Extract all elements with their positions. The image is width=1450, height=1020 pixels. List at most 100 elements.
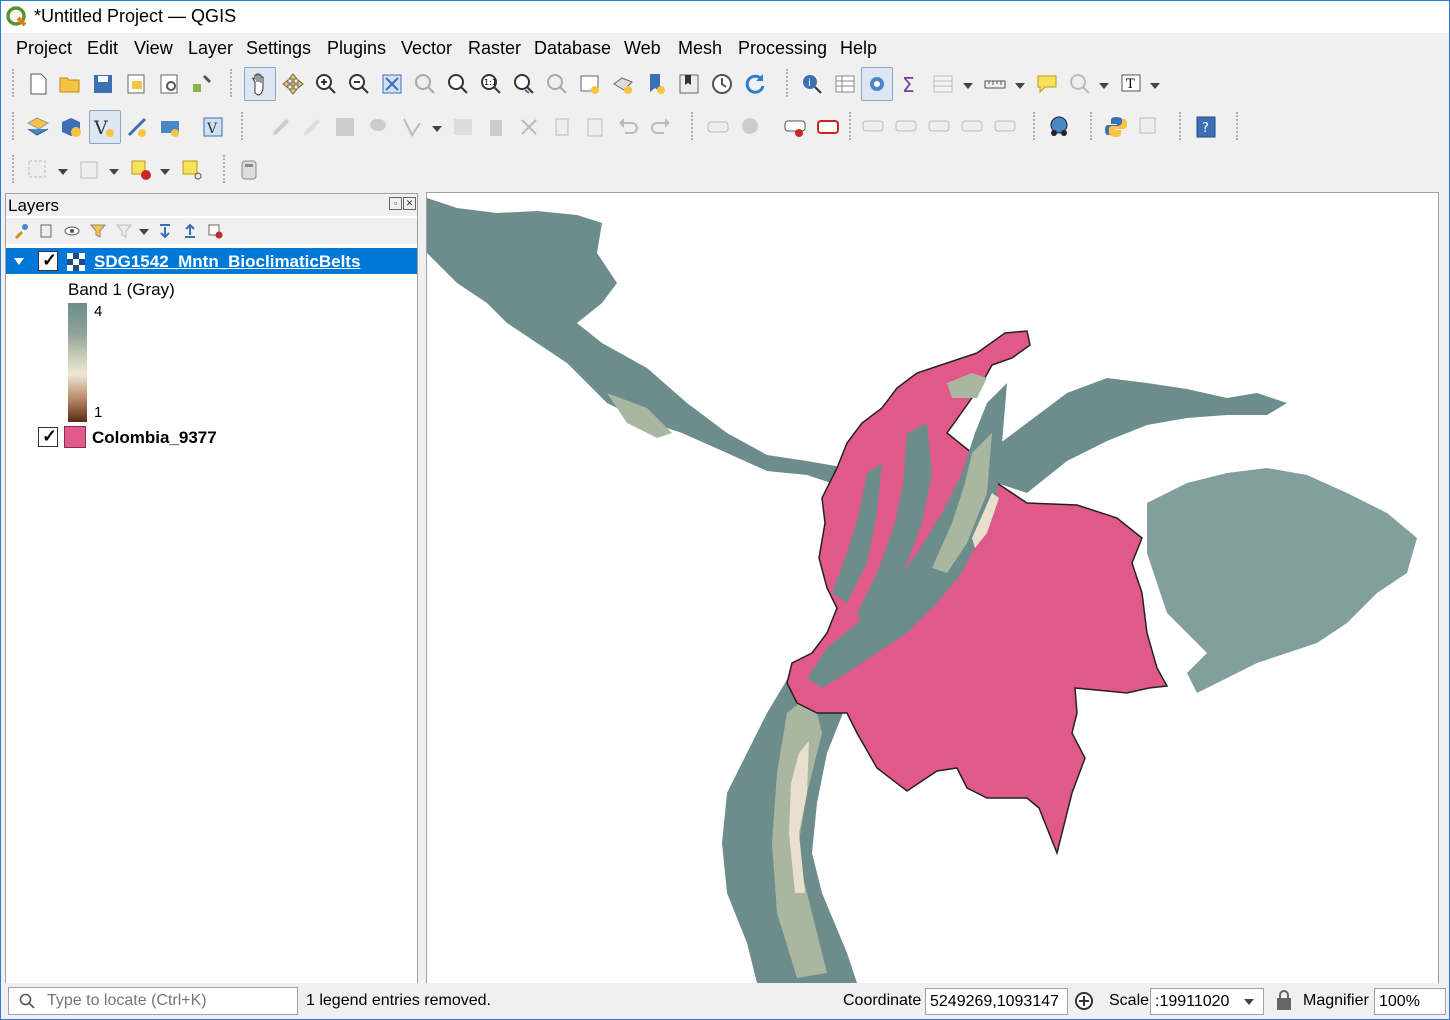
new-3d-map-view-icon[interactable]: [611, 72, 635, 96]
zoom-last-icon[interactable]: [512, 72, 536, 96]
toolbar-grip[interactable]: [241, 112, 246, 140]
add-feature-icon[interactable]: [367, 115, 391, 139]
attribute-table-icon[interactable]: [833, 72, 857, 96]
identify-icon[interactable]: i: [800, 72, 824, 96]
map-canvas[interactable]: [426, 192, 1439, 984]
menu-help[interactable]: Help: [840, 38, 877, 59]
new-shapefile-layer-icon[interactable]: V: [92, 115, 116, 139]
refresh-icon[interactable]: [743, 72, 767, 96]
toolbar-grip[interactable]: [12, 69, 17, 97]
collapse-arrow-icon[interactable]: [14, 258, 24, 265]
open-project-icon[interactable]: [58, 72, 82, 96]
select-by-value-icon[interactable]: [78, 158, 102, 182]
dropdown-arrow-icon[interactable]: [139, 229, 149, 235]
magnifier-field[interactable]: 100%: [1374, 988, 1446, 1015]
layer-name-bioclimatic[interactable]: SDG1542_Mntn_BioclimaticBelts: [94, 252, 360, 272]
toolbar-grip[interactable]: [230, 69, 235, 97]
current-edits-icon[interactable]: [269, 115, 293, 139]
zoom-next-icon[interactable]: [545, 72, 569, 96]
show-bookmarks-icon[interactable]: [677, 72, 701, 96]
add-virtual-layer-icon[interactable]: V: [201, 115, 225, 139]
delete-selected-icon[interactable]: [484, 115, 508, 139]
select-by-location-icon[interactable]: [1068, 72, 1092, 96]
dropdown-arrow-icon[interactable]: [963, 83, 973, 89]
map-tips-icon[interactable]: [1035, 72, 1059, 96]
plugin-tool-icon[interactable]: [1137, 115, 1161, 139]
select-features-icon[interactable]: [26, 158, 50, 182]
layer-diagram-icon[interactable]: [739, 115, 763, 139]
dropdown-arrow-icon[interactable]: [1099, 83, 1109, 89]
scale-value[interactable]: :19911020: [1155, 993, 1229, 1011]
layer-labeling-icon[interactable]: [706, 115, 730, 139]
toolbar-grip[interactable]: [1033, 112, 1038, 140]
collapse-all-icon[interactable]: [182, 223, 198, 239]
filter-legend-icon[interactable]: [90, 223, 106, 239]
change-label-icon[interactable]: [993, 115, 1017, 139]
coordinate-value[interactable]: 5249269,1093147: [930, 993, 1059, 1011]
dropdown-arrow-icon[interactable]: [432, 126, 442, 132]
zoom-to-selection-icon[interactable]: [413, 72, 437, 96]
close-panel-icon[interactable]: ✕: [403, 197, 416, 210]
select-by-expression-icon[interactable]: [180, 158, 204, 182]
menu-vector[interactable]: Vector: [401, 38, 452, 59]
cut-features-icon[interactable]: [517, 115, 541, 139]
pan-to-selection-icon[interactable]: [281, 72, 305, 96]
move-label-icon[interactable]: [927, 115, 951, 139]
toolbar-grip[interactable]: [12, 155, 17, 183]
expand-all-icon[interactable]: [157, 223, 173, 239]
new-print-layout-icon[interactable]: [124, 72, 148, 96]
save-edits-icon[interactable]: [333, 115, 357, 139]
rotate-label-icon[interactable]: [960, 115, 984, 139]
sum-icon[interactable]: Σ: [898, 72, 922, 96]
new-spatialite-layer-icon[interactable]: [125, 115, 149, 139]
zoom-native-icon[interactable]: 1:1: [479, 72, 503, 96]
menu-view[interactable]: View: [134, 38, 173, 59]
field-calculator-icon[interactable]: [237, 158, 261, 182]
settings-gear-icon[interactable]: [865, 72, 889, 96]
dropdown-arrow-icon[interactable]: [160, 169, 170, 175]
menu-web[interactable]: Web: [624, 38, 661, 59]
text-annotation-icon[interactable]: T: [1119, 72, 1143, 96]
layer-visibility-checkbox[interactable]: ✓: [38, 250, 58, 271]
new-map-view-icon[interactable]: [578, 72, 602, 96]
zoom-in-icon[interactable]: [314, 72, 338, 96]
toggle-editing-icon[interactable]: [300, 115, 324, 139]
layer-row-colombia[interactable]: ✓ Colombia_9377: [6, 424, 417, 450]
menu-plugins[interactable]: Plugins: [327, 38, 386, 59]
pin-labels-icon[interactable]: [861, 115, 885, 139]
magnifier-value[interactable]: 100%: [1379, 993, 1420, 1011]
menu-project[interactable]: Project: [16, 38, 72, 59]
toolbar-grip[interactable]: [1179, 112, 1184, 140]
toolbar-grip[interactable]: [223, 155, 228, 183]
dropdown-arrow-icon[interactable]: [1150, 83, 1160, 89]
show-hide-labels-icon[interactable]: [894, 115, 918, 139]
unplaced-labels-icon[interactable]: [816, 115, 840, 139]
zoom-to-layer-icon[interactable]: [446, 72, 470, 96]
filter-by-expression-icon[interactable]: [116, 223, 132, 239]
layer-visibility-checkbox[interactable]: ✓: [38, 426, 58, 447]
menu-layer[interactable]: Layer: [188, 38, 233, 59]
measure-icon[interactable]: [983, 72, 1007, 96]
locator-input[interactable]: [45, 991, 294, 1011]
toolbar-grip[interactable]: [1236, 112, 1241, 140]
dropdown-arrow-icon[interactable]: [58, 169, 68, 175]
layer-labels-toolbar-icon[interactable]: [783, 115, 807, 139]
locator-search-box[interactable]: [8, 987, 298, 1015]
scale-combobox[interactable]: :19911020: [1150, 988, 1264, 1015]
temporal-controller-icon[interactable]: [710, 72, 734, 96]
map-render[interactable]: [427, 193, 1438, 983]
modify-attributes-icon[interactable]: [451, 115, 475, 139]
menu-edit[interactable]: Edit: [87, 38, 118, 59]
remove-layer-icon[interactable]: [207, 223, 223, 239]
new-bookmark-icon[interactable]: [644, 72, 668, 96]
new-geopackage-layer-icon[interactable]: [59, 115, 83, 139]
save-project-icon[interactable]: [91, 72, 115, 96]
toolbar-grip[interactable]: [12, 112, 17, 140]
copy-features-icon[interactable]: [550, 115, 574, 139]
zoom-full-icon[interactable]: [380, 72, 404, 96]
menu-database[interactable]: Database: [534, 38, 611, 59]
toolbar-grip[interactable]: [849, 112, 854, 140]
layout-manager-icon[interactable]: [157, 72, 181, 96]
data-source-manager-icon[interactable]: [26, 115, 50, 139]
menu-settings[interactable]: Settings: [246, 38, 311, 59]
